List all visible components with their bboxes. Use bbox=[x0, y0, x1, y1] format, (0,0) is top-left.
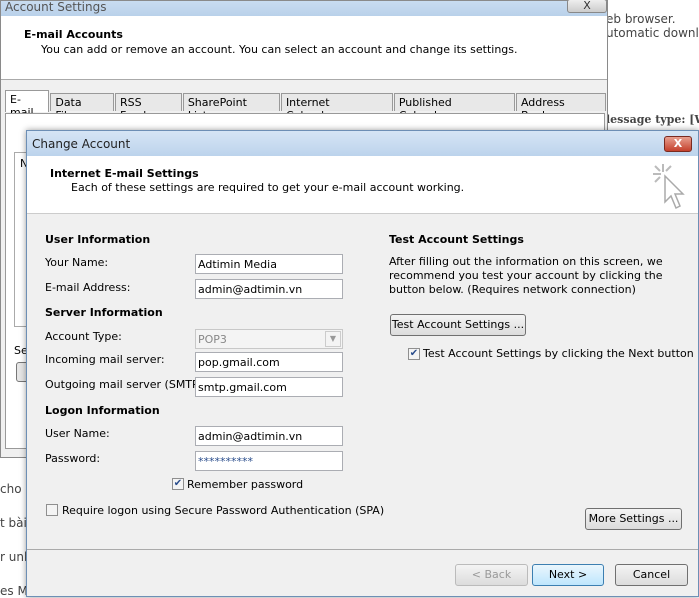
checkmark-icon: ✔ bbox=[173, 478, 183, 489]
cancel-button[interactable]: Cancel bbox=[615, 564, 688, 586]
your-name-label: Your Name: bbox=[45, 256, 109, 269]
header-description: Each of these settings are required to g… bbox=[71, 181, 465, 194]
dialog-header: Internet E-mail Settings Each of these s… bbox=[27, 156, 698, 214]
user-info-heading: User Information bbox=[45, 233, 151, 246]
close-button[interactable]: X bbox=[664, 136, 692, 152]
close-button[interactable]: X bbox=[567, 0, 607, 13]
tab-internet-calendars[interactable]: Internet Calendars bbox=[280, 93, 393, 122]
divider bbox=[27, 549, 698, 550]
spa-label: Require logon using Secure Password Auth… bbox=[62, 504, 385, 517]
chevron-down-icon: ▼ bbox=[325, 331, 341, 347]
password-label: Password: bbox=[45, 452, 101, 465]
tab-rss-feeds[interactable]: RSS Feeds bbox=[115, 93, 182, 122]
tab-sharepoint-lists[interactable]: SharePoint Lists bbox=[182, 93, 280, 122]
incoming-server-input[interactable]: pop.gmail.com bbox=[195, 352, 343, 372]
user-name-label: User Name: bbox=[45, 427, 110, 440]
close-icon: X bbox=[673, 137, 683, 150]
close-icon: X bbox=[583, 0, 591, 12]
logon-info-heading: Logon Information bbox=[45, 404, 160, 417]
user-name-input[interactable]: admin@adtimin.vn bbox=[195, 426, 343, 446]
window-title: Account Settings bbox=[1, 1, 607, 16]
test-settings-description: After filling out the information on thi… bbox=[389, 255, 663, 296]
tab-address-books[interactable]: Address Books bbox=[515, 93, 607, 122]
next-button[interactable]: Next > bbox=[532, 564, 604, 586]
tab-published-calendars[interactable]: Published Calendars bbox=[393, 93, 515, 122]
your-name-input[interactable]: Adtimin Media bbox=[195, 254, 343, 274]
outgoing-server-input[interactable]: smtp.gmail.com bbox=[195, 377, 343, 397]
back-button[interactable]: < Back bbox=[455, 564, 528, 586]
test-settings-heading: Test Account Settings bbox=[389, 233, 524, 246]
account-type-select[interactable]: POP3 ▼ bbox=[195, 329, 343, 349]
remember-password-checkbox[interactable]: ✔ bbox=[172, 478, 184, 490]
tab-email[interactable]: E-mail bbox=[5, 90, 50, 119]
checkmark-icon: ✔ bbox=[409, 348, 419, 359]
email-address-label: E-mail Address: bbox=[45, 281, 131, 294]
background-text: es M bbox=[0, 584, 28, 598]
window-title: Change Account bbox=[27, 131, 698, 156]
remember-password-label: Remember password bbox=[187, 478, 304, 491]
incoming-server-label: Incoming mail server: bbox=[45, 353, 165, 366]
dialog-header: E-mail Accounts You can add or remove an… bbox=[1, 16, 607, 80]
tab-data-files[interactable]: Data Files bbox=[50, 93, 114, 122]
password-input[interactable]: ********** bbox=[195, 451, 343, 471]
account-type-label: Account Type: bbox=[45, 330, 122, 343]
account-type-value: POP3 bbox=[198, 333, 227, 346]
server-info-heading: Server Information bbox=[45, 306, 163, 319]
cursor-sparkle-icon bbox=[653, 164, 685, 210]
header-description: You can add or remove an account. You ca… bbox=[41, 43, 518, 56]
background-text: lessage type: [WNC bbox=[606, 113, 699, 126]
background-text: utomatic downloa bbox=[606, 26, 699, 40]
test-on-next-checkbox[interactable]: ✔ bbox=[408, 348, 420, 360]
header-title: E-mail Accounts bbox=[24, 28, 123, 41]
more-settings-button[interactable]: More Settings ... bbox=[585, 508, 682, 530]
background-text: eb browser. bbox=[606, 12, 676, 26]
spa-checkbox[interactable] bbox=[46, 504, 58, 516]
header-title: Internet E-mail Settings bbox=[50, 167, 199, 180]
background-text: t bài bbox=[0, 516, 27, 530]
email-address-input[interactable]: admin@adtimin.vn bbox=[195, 279, 343, 299]
tab-bar: E-mail Data Files RSS Feeds SharePoint L… bbox=[5, 90, 607, 122]
test-account-settings-button[interactable]: Test Account Settings ... bbox=[390, 314, 526, 336]
change-account-dialog: Change Account X Internet E-mail Setting… bbox=[26, 130, 699, 597]
test-on-next-label: Test Account Settings by clicking the Ne… bbox=[423, 347, 694, 360]
outgoing-server-label: Outgoing mail server (SMTP): bbox=[45, 378, 207, 391]
